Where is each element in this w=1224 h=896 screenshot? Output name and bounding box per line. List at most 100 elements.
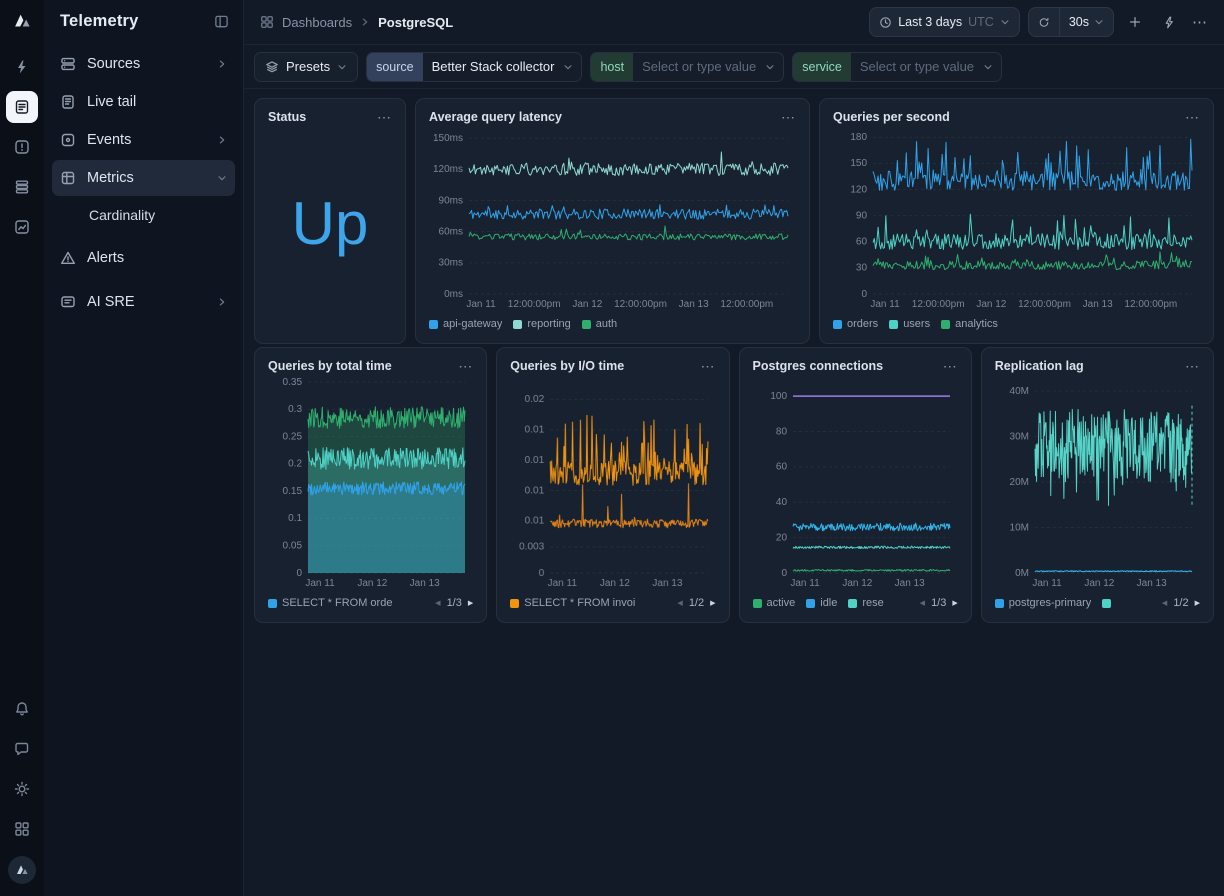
product-uptime-icon[interactable] [6,51,38,83]
sidebar-item-live-tail[interactable]: Live tail [52,84,235,120]
apps-grid-icon[interactable] [7,814,37,844]
legend-next-button[interactable]: ▶ [952,599,957,607]
legend-item[interactable]: users [889,318,930,330]
legend-label: orders [847,318,878,330]
sidebar-item-events[interactable]: Events [52,122,235,158]
sidebar-item-ai-sre[interactable]: AI SRE [52,284,235,320]
card-title: Queries per second [833,110,950,124]
service-filter-label: service [793,53,851,81]
legend-prev-button[interactable]: ◀ [920,599,925,607]
legend-next-button[interactable]: ▶ [1195,599,1200,607]
quick-actions-bolt-icon[interactable] [1156,9,1182,35]
product-telemetry-icon[interactable] [6,91,38,123]
legend-next-button[interactable]: ▶ [468,599,473,607]
card-replication-lag: Replication lag ⋯ postgres-primary◀1/2▶ [981,347,1214,623]
breadcrumb-page-title: PostgreSQL [378,15,453,30]
sidebar-item-label: Events [87,132,131,148]
sidebar-item-cardinality[interactable]: Cardinality [52,198,235,232]
support-chat-icon[interactable] [7,734,37,764]
legend-prev-button[interactable]: ◀ [677,599,682,607]
product-dashboards-icon[interactable] [6,211,38,243]
timezone-label: UTC [968,15,994,29]
legend-item[interactable]: active [753,597,796,609]
legend-pager: ◀1/3▶ [435,597,473,609]
alerts-warning-icon [60,250,76,266]
source-filter-value: Better Stack collector [423,59,564,74]
legend-item[interactable]: SELECT * FROM orde [268,597,392,609]
legend-next-button[interactable]: ▶ [710,599,715,607]
legend-item[interactable]: rese [848,597,883,609]
legend-pager: ◀1/2▶ [677,597,715,609]
product-rail [0,0,44,896]
legend-page-indicator: 1/3 [931,597,946,609]
source-filter-label: source [367,53,423,81]
card-title: Postgres connections [753,359,884,373]
card-menu-button[interactable]: ⋯ [943,359,958,373]
legend-swatch [268,599,277,608]
presets-button[interactable]: Presets [254,52,358,82]
chart-legend: api-gateway reporting auth [429,314,796,334]
legend-swatch [513,320,522,329]
card-menu-button[interactable]: ⋯ [781,110,796,124]
queries-by-total-time-chart[interactable] [268,375,473,589]
notifications-bell-icon[interactable] [7,694,37,724]
breadcrumb-chevron-icon [360,17,370,27]
legend-label: postgres-primary [1009,597,1092,609]
legend-item[interactable]: SELECT * FROM invoi [510,597,635,609]
average-query-latency-chart[interactable] [429,126,796,310]
sidebar-collapse-icon[interactable] [214,14,229,29]
replication-lag-chart[interactable] [995,375,1200,589]
app-title: Telemetry [60,12,139,31]
sources-icon [60,56,76,72]
legend-prev-button[interactable]: ◀ [1162,599,1167,607]
card-menu-button[interactable]: ⋯ [458,359,473,373]
service-filter-placeholder: Select or type value [851,59,983,74]
postgres-connections-chart[interactable] [753,375,958,589]
sidebar: Telemetry Sources Live tail Events [44,0,244,896]
source-filter[interactable]: source Better Stack collector [366,52,582,82]
legend-item[interactable]: auth [582,318,617,330]
add-panel-button[interactable] [1122,9,1148,35]
time-range-button[interactable]: Last 3 days UTC [869,7,1020,37]
card-menu-button[interactable]: ⋯ [377,110,392,124]
card-menu-button[interactable]: ⋯ [701,359,716,373]
betterstack-logo-icon[interactable] [11,10,33,37]
product-incidents-icon[interactable] [6,131,38,163]
card-queries-by-io-time: Queries by I/O time ⋯ SELECT * FROM invo… [496,347,729,623]
chart-legend: postgres-primary◀1/2▶ [995,593,1200,613]
refresh-icon[interactable] [1029,8,1059,36]
legend-item[interactable]: reporting [513,318,570,330]
theme-sun-icon[interactable] [7,774,37,804]
card-title: Queries by I/O time [510,359,624,373]
legend-item[interactable]: postgres-primary [995,597,1092,609]
legend-item[interactable]: idle [806,597,837,609]
card-menu-button[interactable]: ⋯ [1185,110,1200,124]
refresh-control: 30s [1028,7,1114,37]
queries-per-second-chart[interactable] [833,126,1200,310]
sidebar-item-metrics[interactable]: Metrics [52,160,235,196]
dashboards-grid-icon [260,15,274,29]
chevron-right-icon [217,59,227,69]
legend-item[interactable]: analytics [941,318,998,330]
queries-by-io-time-chart[interactable] [510,375,715,589]
product-status-pages-icon[interactable] [6,171,38,203]
legend-item[interactable]: api-gateway [429,318,502,330]
legend-swatch [995,599,1004,608]
host-filter-placeholder: Select or type value [633,59,765,74]
chart-legend: SELECT * FROM orde ◀1/3▶ [268,593,473,613]
sidebar-item-alerts[interactable]: Alerts [52,240,235,276]
legend-swatch [1102,599,1111,608]
host-filter[interactable]: host Select or type value [590,52,784,82]
sidebar-item-sources[interactable]: Sources [52,46,235,82]
breadcrumb-dashboards[interactable]: Dashboards [282,15,352,30]
service-filter[interactable]: service Select or type value [792,52,1002,82]
legend-item[interactable] [1102,599,1116,608]
legend-label: rese [862,597,883,609]
legend-item[interactable]: orders [833,318,878,330]
card-average-query-latency: Average query latency ⋯ api-gatewayrepor… [415,98,810,344]
more-options-button[interactable]: ⋯ [1190,13,1210,31]
legend-prev-button[interactable]: ◀ [435,599,440,607]
card-menu-button[interactable]: ⋯ [1185,359,1200,373]
refresh-interval-button[interactable]: 30s [1060,8,1113,36]
account-avatar[interactable] [8,856,36,884]
